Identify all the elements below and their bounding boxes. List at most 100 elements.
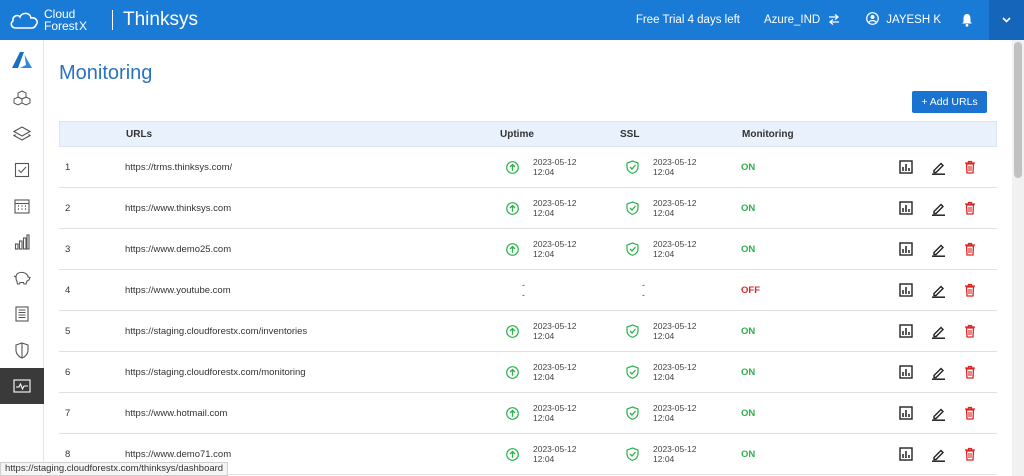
- swap-icon[interactable]: [828, 13, 840, 28]
- row-url[interactable]: https://www.demo25.com: [125, 244, 499, 255]
- trial-notice: Free Trial 4 days left: [635, 14, 740, 26]
- row-url[interactable]: https://www.demo71.com: [125, 449, 499, 460]
- org-name: Thinksys: [123, 9, 198, 30]
- table-body: 1 https://trms.thinksys.com/ 2023-05-12 1…: [59, 147, 997, 475]
- edit-pencil-icon[interactable]: [923, 447, 953, 462]
- edit-pencil-icon[interactable]: [923, 324, 953, 339]
- header-monitoring: Monitoring: [742, 128, 794, 140]
- chart-icon[interactable]: [891, 201, 921, 215]
- ssl-shield-check-icon: [626, 406, 642, 420]
- edit-pencil-icon[interactable]: [923, 201, 953, 216]
- delete-trash-icon[interactable]: [955, 242, 985, 256]
- edit-pencil-icon[interactable]: [923, 365, 953, 380]
- row-url[interactable]: https://www.youtube.com: [125, 285, 499, 296]
- ssl-cell: --: [619, 280, 741, 300]
- monitoring-status: ON: [741, 243, 756, 255]
- uptime-up-icon: [506, 242, 522, 256]
- uptime-cell: 2023-05-12 12:04: [499, 362, 619, 382]
- ssl-date: -: [642, 280, 645, 290]
- delete-trash-icon[interactable]: [955, 324, 985, 338]
- ssl-shield-check-icon: [626, 201, 642, 215]
- delete-trash-icon[interactable]: [955, 283, 985, 297]
- uptime-up-icon: [506, 447, 522, 461]
- edit-pencil-icon[interactable]: [923, 283, 953, 298]
- ssl-cell: 2023-05-12 12:04: [619, 239, 741, 259]
- row-number: 2: [65, 202, 71, 214]
- inventory-cubes-icon[interactable]: [0, 80, 44, 116]
- table-row: 5 https://staging.cloudforestx.com/inven…: [59, 311, 997, 352]
- account-switcher[interactable]: Azure_IND: [764, 13, 840, 28]
- delete-trash-icon[interactable]: [955, 201, 985, 215]
- bell-icon[interactable]: [961, 13, 973, 27]
- uptime-cell: 2023-05-12 12:04: [499, 321, 619, 341]
- chart-icon[interactable]: [891, 447, 921, 461]
- add-urls-button[interactable]: + Add URLs: [912, 91, 987, 113]
- ssl-shield-check-icon: [626, 365, 642, 379]
- ssl-cell: 2023-05-12 12:04: [619, 157, 741, 177]
- edit-pencil-icon[interactable]: [923, 406, 953, 421]
- uptime-date: 2023-05-12: [533, 403, 577, 413]
- ssl-shield-check-icon: [626, 324, 642, 338]
- row-url[interactable]: https://www.hotmail.com: [125, 408, 499, 419]
- page-scrollbar[interactable]: [1012, 40, 1024, 476]
- chart-icon[interactable]: [891, 365, 921, 379]
- delete-trash-icon[interactable]: [955, 406, 985, 420]
- scrollbar-thumb[interactable]: [1014, 42, 1022, 178]
- monitoring-status: ON: [741, 448, 756, 460]
- uptime-cell: 2023-05-12 12:04: [499, 198, 619, 218]
- row-number: 1: [65, 161, 71, 173]
- ssl-cell: 2023-05-12 12:04: [619, 362, 741, 382]
- calendar-icon[interactable]: [0, 188, 44, 224]
- row-url[interactable]: https://trms.thinksys.com/: [125, 162, 499, 173]
- top-bar: Cloud ForestX Thinksys Free Trial 4 days…: [0, 0, 1024, 40]
- table-row: 2 https://www.thinksys.com 2023-05-12 12:…: [59, 188, 997, 229]
- reports-document-icon[interactable]: [0, 296, 44, 332]
- header-divider: [112, 10, 113, 30]
- edit-pencil-icon[interactable]: [923, 160, 953, 175]
- user-circle-icon: [866, 12, 880, 28]
- uptime-date: 2023-05-12: [533, 198, 577, 208]
- chart-icon[interactable]: [891, 160, 921, 174]
- delete-trash-icon[interactable]: [955, 447, 985, 461]
- ssl-shield-check-icon: [626, 447, 642, 461]
- sidebar: [0, 40, 44, 476]
- monitoring-icon[interactable]: [0, 368, 44, 404]
- analytics-bars-icon[interactable]: [0, 224, 44, 260]
- table-row: 6 https://staging.cloudforestx.com/monit…: [59, 352, 997, 393]
- delete-trash-icon[interactable]: [955, 160, 985, 174]
- azure-logo-icon[interactable]: [0, 40, 44, 80]
- header-dropdown-button[interactable]: [989, 0, 1024, 40]
- ssl-date: 2023-05-12: [653, 403, 697, 413]
- checklist-icon[interactable]: [0, 152, 44, 188]
- security-shield-icon[interactable]: [0, 332, 44, 368]
- chart-icon[interactable]: [891, 242, 921, 256]
- ssl-cell: 2023-05-12 12:04: [619, 321, 741, 341]
- chart-icon[interactable]: [891, 324, 921, 338]
- uptime-up-icon: [506, 324, 522, 338]
- logo-line2: Forest: [44, 19, 79, 33]
- uptime-time: 12:04: [533, 208, 555, 218]
- status-bar-url: https://staging.cloudforestx.com/thinksy…: [0, 462, 229, 476]
- main-content: Monitoring + Add URLs URLs Uptime SSL Mo…: [44, 40, 1012, 476]
- uptime-time: 12:04: [533, 454, 555, 464]
- uptime-time: 12:04: [533, 372, 555, 382]
- delete-trash-icon[interactable]: [955, 365, 985, 379]
- row-url[interactable]: https://staging.cloudforestx.com/invento…: [125, 326, 499, 337]
- uptime-date: 2023-05-12: [533, 239, 577, 249]
- row-url[interactable]: https://staging.cloudforestx.com/monitor…: [125, 367, 499, 378]
- uptime-time: 12:04: [533, 413, 555, 423]
- chart-icon[interactable]: [891, 283, 921, 297]
- row-url[interactable]: https://www.thinksys.com: [125, 203, 499, 214]
- chart-icon[interactable]: [891, 406, 921, 420]
- user-menu[interactable]: JAYESH K: [866, 12, 941, 28]
- piggy-bank-icon[interactable]: [0, 260, 44, 296]
- logo-x: X: [79, 19, 88, 33]
- layers-icon[interactable]: [0, 116, 44, 152]
- table-row: 3 https://www.demo25.com 2023-05-12 12:04…: [59, 229, 997, 270]
- edit-pencil-icon[interactable]: [923, 242, 953, 257]
- cloudforestx-logo[interactable]: Cloud ForestX: [8, 8, 100, 32]
- monitoring-status: ON: [741, 366, 756, 378]
- uptime-up-icon: [506, 365, 522, 379]
- monitoring-status: OFF: [741, 284, 760, 296]
- ssl-date: 2023-05-12: [653, 239, 697, 249]
